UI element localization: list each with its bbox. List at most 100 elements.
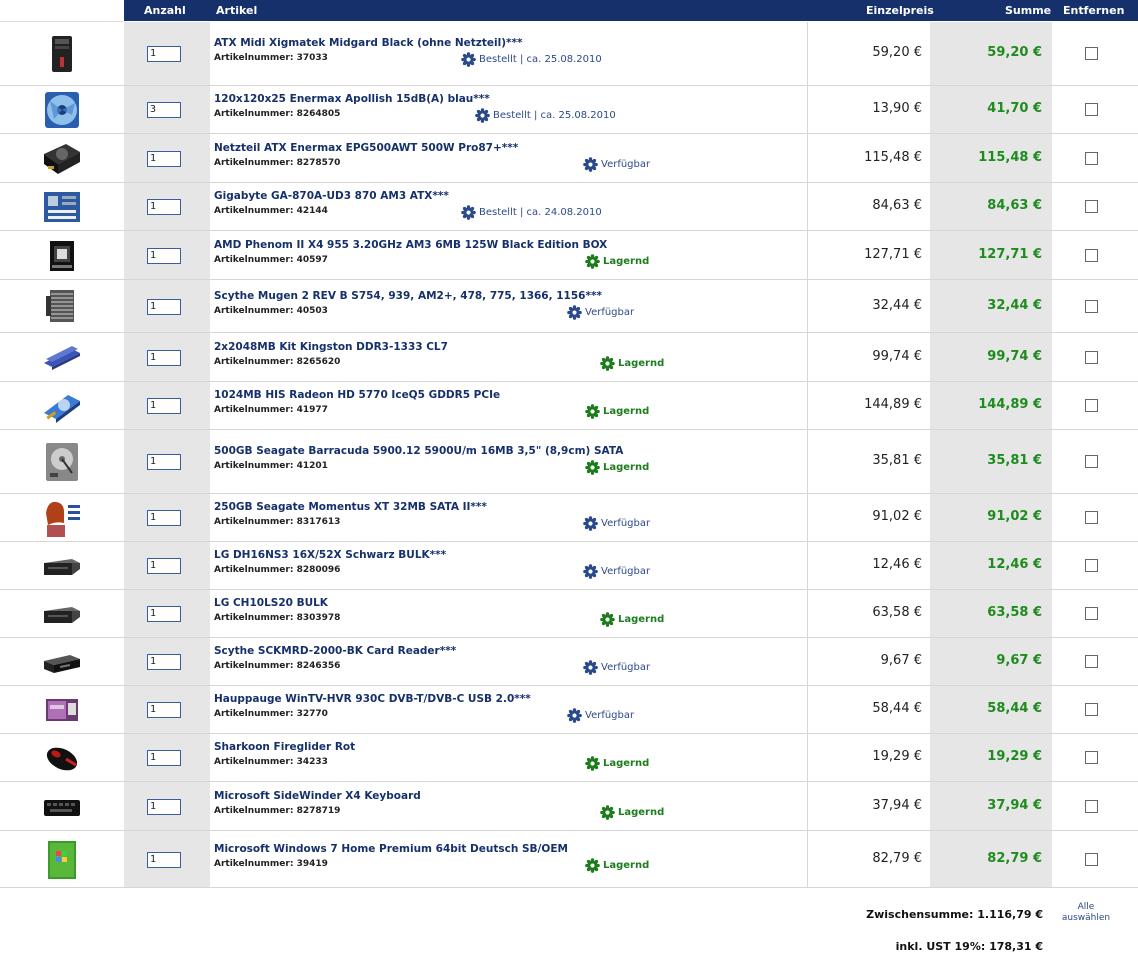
- product-name-link[interactable]: Hauppauge WinTV-HVR 930C DVB-T/DVB-C USB…: [214, 693, 531, 705]
- product-name-link[interactable]: Microsoft Windows 7 Home Premium 64bit D…: [214, 843, 568, 855]
- product-name-link[interactable]: Netzteil ATX Enermax EPG500AWT 500W Pro8…: [214, 142, 518, 154]
- product-image-cell: [0, 686, 124, 733]
- product-name-link[interactable]: 1024MB HIS Radeon HD 5770 IceQ5 GDDR5 PC…: [214, 389, 500, 401]
- product-name-link[interactable]: Sharkoon Fireglider Rot: [214, 741, 355, 753]
- product-photo-icon[interactable]: [42, 499, 82, 537]
- product-name-link[interactable]: 120x120x25 Enermax Apollish 15dB(A) blau…: [214, 93, 490, 105]
- quantity-input[interactable]: 1: [147, 606, 181, 622]
- product-name-link[interactable]: 250GB Seagate Momentus XT 32MB SATA II**…: [214, 501, 487, 513]
- product-name-link[interactable]: LG CH10LS20 BULK: [214, 597, 328, 609]
- quantity-input[interactable]: 1: [147, 798, 181, 815]
- remove-checkbox[interactable]: [1085, 852, 1098, 866]
- subtotal: Zwischensumme: 1.116,79 €: [866, 908, 1043, 921]
- mouse-icon[interactable]: [42, 739, 82, 777]
- quantity-input[interactable]: 1: [147, 702, 181, 718]
- product-name-link[interactable]: LG DH16NS3 16X/52X Schwarz BULK***: [214, 549, 446, 561]
- article-number: Artikelnummer: 8265620: [214, 356, 341, 367]
- product-name-link[interactable]: Gigabyte GA-870A-UD3 870 AM3 ATX***: [214, 190, 449, 202]
- graphics-card-icon[interactable]: [42, 387, 82, 425]
- status-text: Lagernd: [603, 406, 650, 417]
- quantity-input[interactable]: 1: [147, 510, 181, 526]
- line-sum-cell: 84,63 €: [930, 183, 1052, 230]
- availability-status: Bestellt | ca. 25.08.2010: [461, 52, 602, 67]
- quantity-input[interactable]: 1: [147, 298, 181, 315]
- article-number: Artikelnummer: 8278570: [214, 157, 341, 168]
- availability-status: Lagernd: [600, 804, 664, 820]
- status-gear-icon: [585, 404, 603, 419]
- hard-drive-icon[interactable]: [42, 443, 82, 481]
- article-cell: 1024MB HIS Radeon HD 5770 IceQ5 GDDR5 PC…: [210, 382, 808, 429]
- quantity-input[interactable]: 1: [147, 398, 181, 414]
- remove-checkbox[interactable]: [1085, 47, 1098, 60]
- status-gear-icon: [585, 460, 603, 475]
- table-row: 1 LG CH10LS20 BULK Artikelnummer: 8303978 L…: [0, 590, 1138, 638]
- quantity-input[interactable]: 1: [147, 247, 181, 264]
- card-reader-icon[interactable]: [42, 643, 82, 681]
- pc-case-icon[interactable]: [42, 35, 82, 73]
- product-name-link[interactable]: ATX Midi Xigmatek Midgard Black (ohne Ne…: [214, 37, 523, 49]
- remove-cell: [1052, 333, 1138, 381]
- ram-icon[interactable]: [42, 339, 82, 377]
- remove-checkbox[interactable]: [1085, 703, 1098, 716]
- article-cell: ATX Midi Xigmatek Midgard Black (ohne Ne…: [210, 22, 808, 85]
- product-name-link[interactable]: Microsoft SideWinder X4 Keyboard: [214, 790, 421, 802]
- article-cell: Sharkoon Fireglider Rot Artikelnummer: 34…: [210, 734, 808, 781]
- remove-checkbox[interactable]: [1085, 350, 1098, 364]
- table-row: 1 Microsoft SideWinder X4 Keyboard Artikel…: [0, 782, 1138, 831]
- quantity-input[interactable]: 1: [147, 654, 181, 670]
- remove-cell: [1052, 542, 1138, 589]
- tv-tuner-box-icon[interactable]: [42, 691, 82, 729]
- product-name-link[interactable]: AMD Phenom II X4 955 3.20GHz AM3 6MB 125…: [214, 239, 607, 251]
- header-image-column: [0, 0, 124, 22]
- article-number: Artikelnummer: 41201: [214, 461, 328, 471]
- cpu-box-icon[interactable]: [42, 237, 82, 275]
- remove-checkbox[interactable]: [1085, 655, 1098, 668]
- unit-price-cell: 91,02 €: [808, 494, 930, 541]
- quantity-input[interactable]: 1: [147, 750, 181, 766]
- cpu-cooler-icon[interactable]: [42, 288, 82, 326]
- remove-checkbox[interactable]: [1085, 511, 1098, 524]
- mainboard-icon[interactable]: [42, 188, 82, 226]
- remove-checkbox[interactable]: [1085, 200, 1098, 213]
- remove-checkbox[interactable]: [1085, 299, 1098, 313]
- product-name-link[interactable]: 500GB Seagate Barracuda 5900.12 5900U/m …: [214, 445, 623, 457]
- remove-checkbox[interactable]: [1085, 248, 1098, 262]
- status-gear-icon: [583, 564, 601, 579]
- remove-checkbox[interactable]: [1085, 455, 1098, 468]
- line-sum-cell: 59,20 €: [930, 22, 1052, 85]
- unit-price-cell: 59,20 €: [808, 22, 930, 85]
- software-box-icon[interactable]: [42, 840, 82, 879]
- quantity-input[interactable]: 3: [147, 102, 181, 118]
- product-name-link[interactable]: Scythe SCKMRD-2000-BK Card Reader***: [214, 645, 456, 657]
- quantity-input[interactable]: 1: [147, 199, 181, 215]
- quantity-input[interactable]: 1: [147, 46, 181, 62]
- quantity-cell: 1: [124, 22, 210, 85]
- remove-checkbox[interactable]: [1085, 799, 1098, 813]
- quantity-input[interactable]: 1: [147, 454, 181, 470]
- quantity-input[interactable]: 1: [147, 558, 181, 574]
- remove-checkbox[interactable]: [1085, 399, 1098, 412]
- remove-checkbox[interactable]: [1085, 559, 1098, 572]
- quantity-cell: 1: [124, 782, 210, 830]
- case-fan-icon[interactable]: [42, 91, 82, 129]
- remove-checkbox[interactable]: [1085, 103, 1098, 116]
- keyboard-icon[interactable]: [42, 788, 82, 826]
- power-supply-icon[interactable]: [42, 140, 82, 178]
- quantity-cell: 1: [124, 430, 210, 493]
- product-image-cell: [0, 494, 124, 541]
- line-sum: 9,67 €: [996, 653, 1042, 668]
- remove-checkbox[interactable]: [1085, 607, 1098, 620]
- optical-drive-icon[interactable]: [42, 595, 82, 633]
- quantity-input[interactable]: 1: [147, 851, 181, 868]
- remove-checkbox[interactable]: [1085, 751, 1098, 764]
- quantity-input[interactable]: 1: [147, 349, 181, 366]
- product-name-link[interactable]: Scythe Mugen 2 REV B S754, 939, AM2+, 47…: [214, 290, 602, 302]
- status-text: Lagernd: [603, 462, 650, 473]
- article-cell: Netzteil ATX Enermax EPG500AWT 500W Pro8…: [210, 134, 808, 182]
- quantity-input[interactable]: 1: [147, 150, 181, 167]
- optical-drive-icon[interactable]: [42, 547, 82, 585]
- product-name-link[interactable]: 2x2048MB Kit Kingston DDR3-1333 CL7: [214, 341, 448, 353]
- select-all-link[interactable]: Alle auswählen: [1057, 902, 1115, 924]
- article-number: Artikelnummer: 8264805: [214, 109, 341, 119]
- remove-checkbox[interactable]: [1085, 151, 1098, 165]
